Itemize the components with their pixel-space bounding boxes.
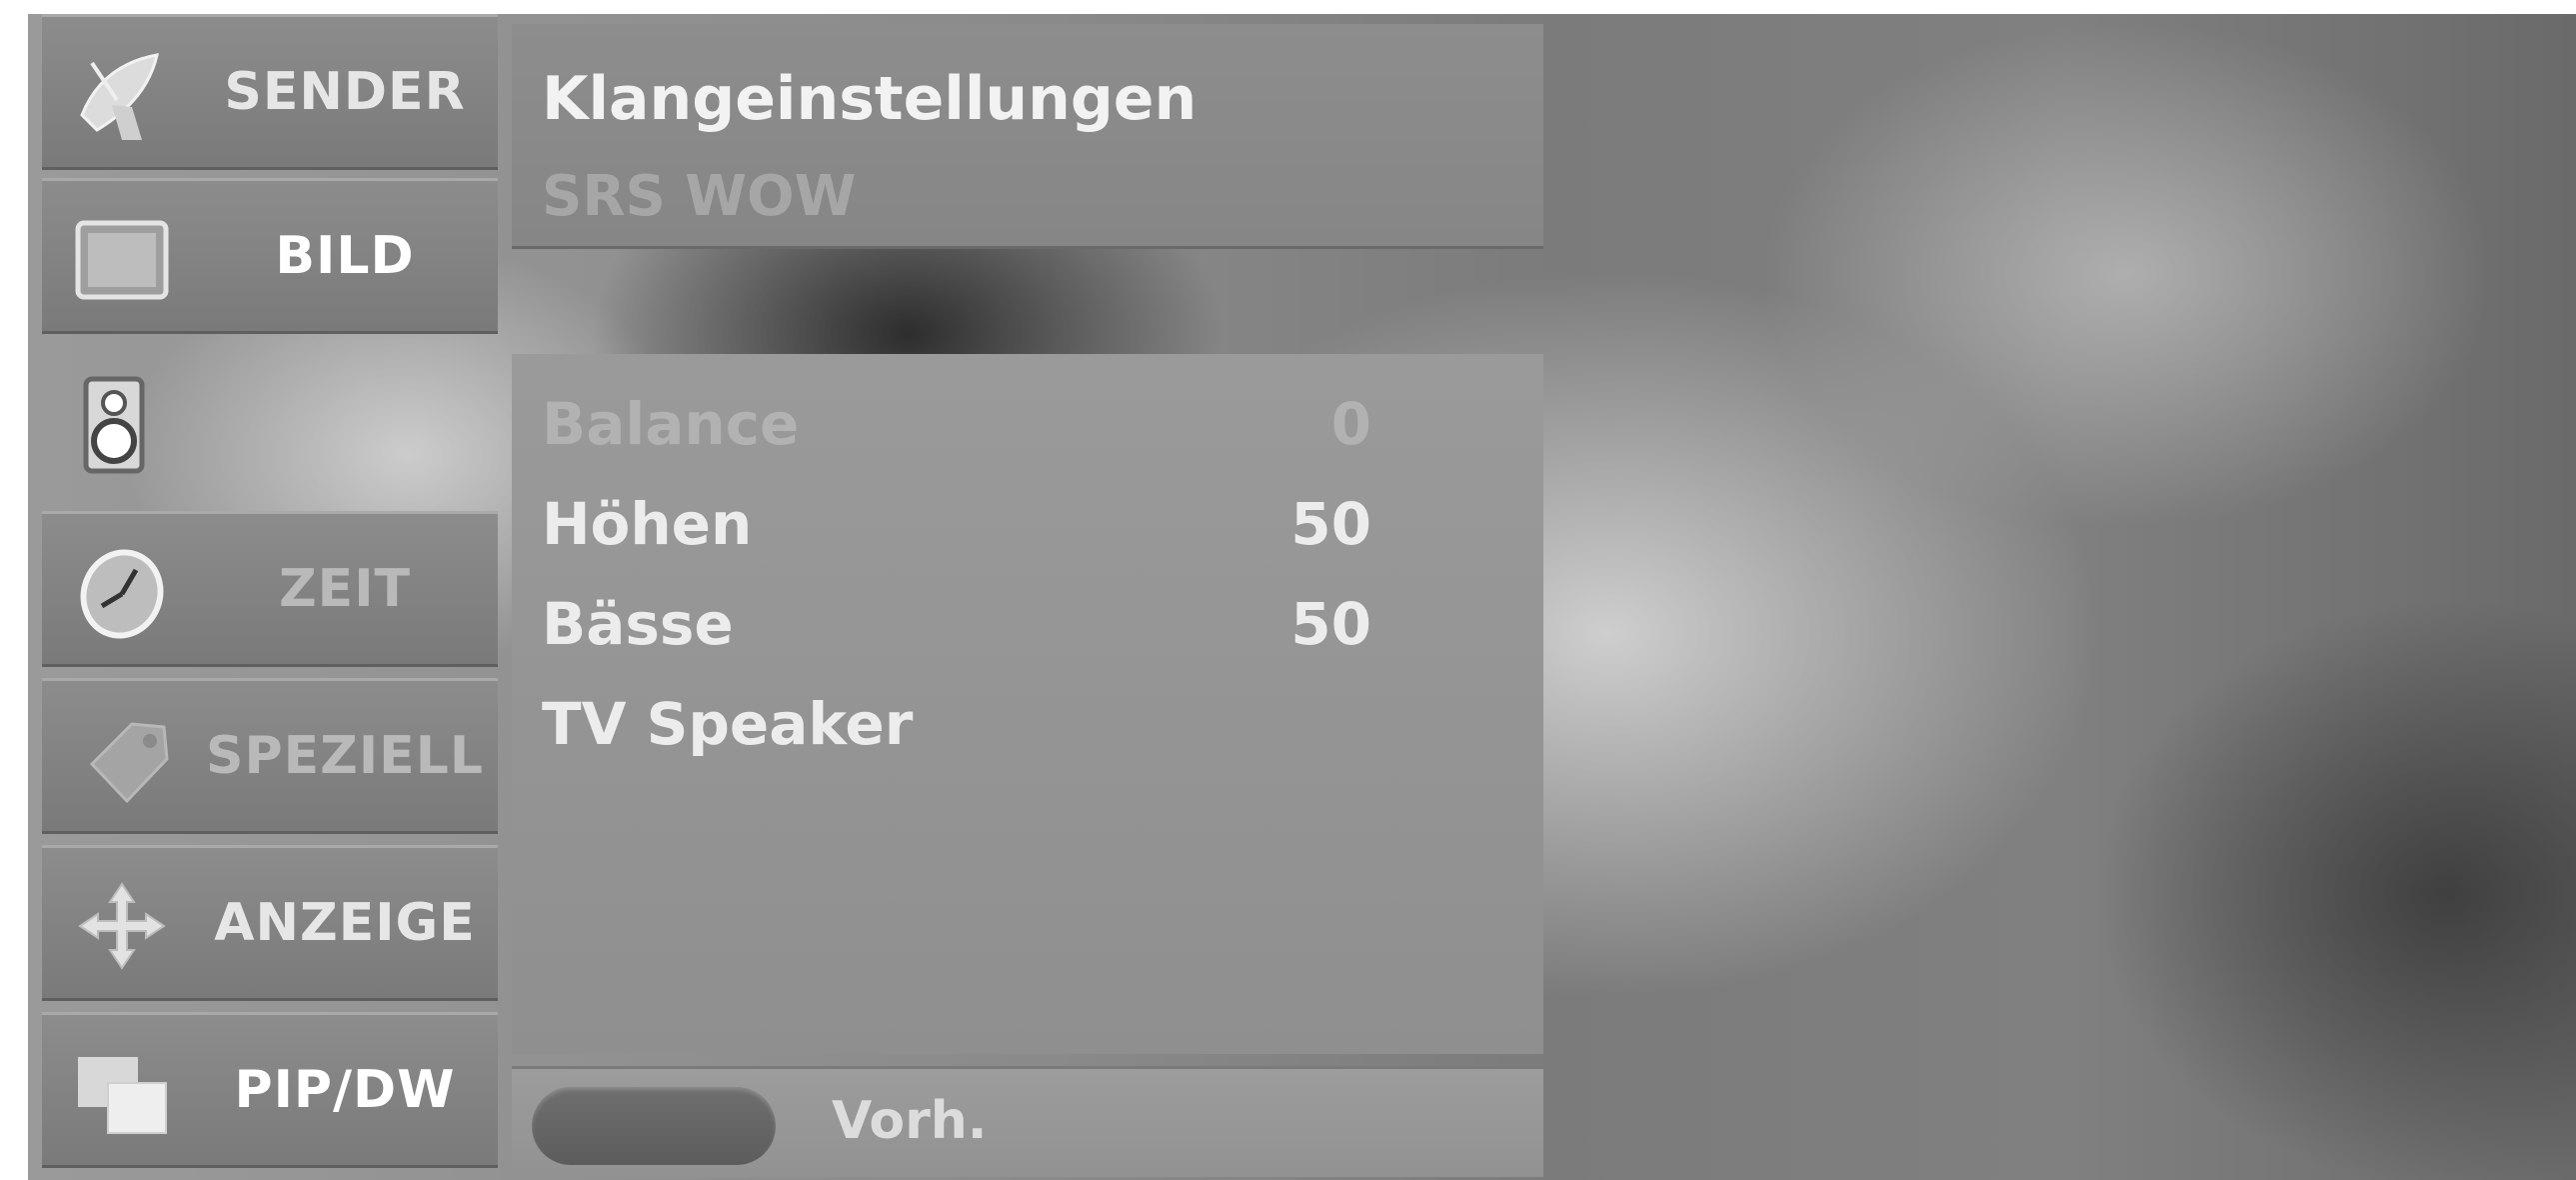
clock-icon	[80, 549, 164, 639]
pip-windows-icon	[78, 1057, 167, 1134]
sidebar-item-label: ZEIT	[278, 559, 412, 619]
sidebar-item-label: BILD	[275, 226, 415, 286]
tag-icon	[89, 722, 169, 804]
setting-row-baesse[interactable]: Bässe 50	[542, 590, 1371, 670]
move-arrows-icon	[78, 882, 166, 970]
previous-button[interactable]	[532, 1087, 776, 1165]
sidebar-item-zeit[interactable]: ZEIT	[42, 511, 498, 667]
sidebar-item-bild[interactable]: BILD	[42, 178, 498, 334]
srs-wow-option[interactable]: SRS WOW	[542, 164, 856, 229]
setting-value: 50	[1290, 590, 1371, 658]
setting-row-balance[interactable]: Balance 0	[542, 390, 1371, 470]
menu-footer: Vorh.	[512, 1066, 1543, 1177]
setting-row-hoehen[interactable]: Höhen 50	[542, 490, 1371, 570]
setting-label: Balance	[542, 390, 800, 458]
previous-label: Vorh.	[832, 1091, 988, 1151]
sidebar-item-sender[interactable]: SENDER	[42, 14, 498, 170]
setting-label: Bässe	[542, 590, 734, 658]
satellite-dish-icon	[80, 53, 159, 140]
tv-screen: SENDER BILD ZEIT SPEZIELL ANZEIGE PIP/DW…	[28, 14, 2576, 1180]
setting-value: 0	[1330, 390, 1371, 458]
speaker-icon	[83, 376, 145, 474]
sidebar-item-speziell[interactable]: SPEZIELL	[42, 678, 498, 834]
sidebar-item-label: ANZEIGE	[214, 893, 476, 953]
sidebar-item-label: PIP/DW	[234, 1060, 456, 1120]
setting-label: Höhen	[542, 490, 753, 558]
menu-header-panel: Klangeinstellungen SRS WOW	[512, 24, 1543, 249]
sidebar-item-pip[interactable]: PIP/DW	[42, 1012, 498, 1168]
sidebar-item-label: SPEZIELL	[206, 726, 484, 786]
page-title: Klangeinstellungen	[542, 64, 1198, 134]
tv-screen-icon	[75, 220, 169, 300]
setting-row-tv-speaker[interactable]: TV Speaker	[542, 690, 1371, 770]
setting-value: 50	[1290, 490, 1371, 558]
sidebar-item-ton[interactable]	[42, 344, 498, 500]
settings-list: Balance 0 Höhen 50 Bässe 50 TV Speaker	[512, 354, 1543, 1054]
setting-label: TV Speaker	[542, 690, 914, 758]
sidebar-item-label: SENDER	[224, 62, 466, 122]
sidebar-item-anzeige[interactable]: ANZEIGE	[42, 845, 498, 1001]
